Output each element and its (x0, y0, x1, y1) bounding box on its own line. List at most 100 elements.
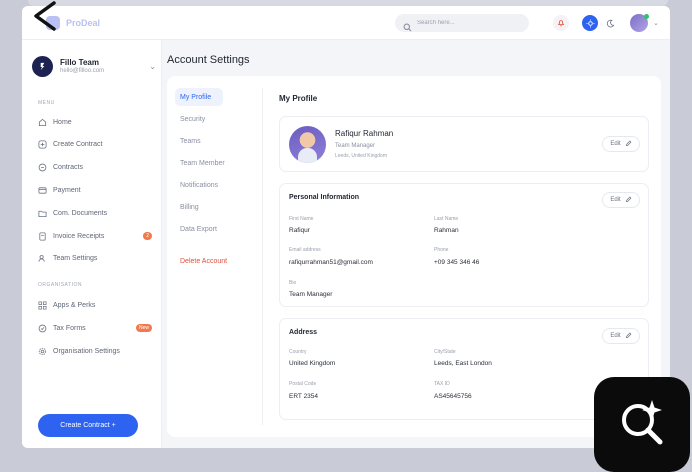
email-value: rafiqurrahman51@gmail.com (289, 259, 373, 266)
first-name-value: Rafiqur (289, 227, 310, 234)
edit-label: Edit (610, 141, 621, 147)
profile-avatar (289, 126, 326, 163)
phone-label: Phone (434, 247, 449, 253)
bio-label: Bio (289, 280, 297, 286)
search-input[interactable] (417, 20, 517, 26)
delete-account-link[interactable]: Delete Account (175, 250, 261, 272)
team-email: hello@filloo.com (60, 68, 105, 74)
pencil-icon (625, 332, 632, 341)
tab-my-profile[interactable]: My Profile (175, 88, 223, 106)
notification-bell-icon[interactable] (553, 15, 569, 31)
chevron-down-icon[interactable]: ⌄ (653, 19, 659, 27)
sidebar-item-apps-perks[interactable]: Apps & Perks (38, 298, 156, 312)
sidebar-item-label: Organisation Settings (53, 347, 120, 355)
gear-icon (38, 347, 47, 356)
home-icon (38, 118, 47, 127)
pencil-icon (625, 140, 632, 149)
top-bar: ProDeal ⌄ (22, 6, 670, 40)
phone-value: +09 345 346 46 (434, 259, 480, 266)
card-title: Personal Information (289, 194, 360, 201)
settings-panel: My Profile Security Teams Team Member No… (167, 76, 661, 437)
plus-circle-icon (38, 139, 47, 149)
edit-profile-button[interactable]: Edit (602, 136, 640, 152)
sidebar-item-com-documents[interactable]: Com. Documents (38, 206, 156, 220)
last-name-label: Last Name (434, 216, 459, 222)
team-switcher[interactable]: Fillo Team hello@filloo.com ⌄ (32, 54, 156, 78)
last-name-value: Rahman (434, 227, 459, 234)
tax-icon (38, 324, 47, 333)
tab-teams[interactable]: Teams (175, 130, 261, 152)
sidebar-item-contracts[interactable]: Contracts (38, 160, 156, 174)
sidebar-item-label: Team Settings (53, 254, 98, 262)
app-window: ProDeal ⌄ Fillo Team hello@fi (22, 6, 670, 448)
sidebar-item-label: Tax Forms (53, 324, 86, 332)
sidebar-item-label: Home (53, 118, 72, 126)
light-mode-sun-icon[interactable] (582, 15, 598, 31)
sidebar-item-label: Apps & Perks (53, 301, 96, 309)
tax-id-value: AS45645756 (434, 393, 472, 400)
team-logo-icon (32, 55, 53, 77)
profile-location: Leeds, United Kingdom (335, 153, 387, 159)
sidebar-item-label: Contracts (53, 163, 83, 171)
edit-address-button[interactable]: Edit (602, 328, 640, 344)
tab-billing[interactable]: Billing (175, 196, 261, 218)
dark-mode-moon-icon[interactable] (602, 15, 618, 31)
sidebar-item-label: Com. Documents (53, 209, 108, 217)
folder-icon (38, 209, 47, 218)
email-label: Email address (289, 247, 321, 253)
card-title: Address (289, 329, 318, 336)
contracts-icon (38, 163, 47, 172)
profile-role: Team Manager (335, 143, 376, 149)
sidebar-item-payment[interactable]: Payment (38, 183, 156, 197)
tab-team-member[interactable]: Team Member (175, 152, 261, 174)
city-label: City/State (434, 349, 456, 355)
grid-icon (38, 301, 47, 310)
tab-data-export[interactable]: Data Export (175, 218, 261, 240)
tab-security[interactable]: Security (175, 108, 261, 130)
online-status-dot (644, 14, 649, 19)
new-badge: New (135, 324, 152, 332)
postal-code-label: Postal Code (289, 381, 317, 387)
menu-section-label: MENU (38, 100, 55, 106)
profile-name: Rafiqur Rahman (335, 129, 394, 138)
sidebar-item-label: Invoice Receipts (53, 232, 105, 240)
chevron-down-icon: ⌄ (149, 61, 156, 71)
back-arrow-icon[interactable] (30, 0, 64, 34)
receipt-icon (38, 231, 47, 241)
search-bar[interactable] (395, 14, 529, 32)
subnav-divider (262, 88, 263, 425)
edit-label: Edit (610, 333, 621, 339)
edit-personal-info-button[interactable]: Edit (602, 192, 640, 208)
search-icon (403, 19, 412, 31)
sidebar: Fillo Team hello@filloo.com ⌄ MENU Home … (22, 40, 162, 448)
tax-id-label: TAX ID (434, 381, 450, 387)
pencil-icon (625, 196, 632, 205)
sidebar-item-invoice-receipts[interactable]: Invoice Receipts 2 (38, 229, 156, 243)
card-icon (38, 186, 47, 195)
first-name-label: First Name (289, 216, 314, 222)
page-title: Account Settings (167, 54, 250, 66)
profile-card: Rafiqur Rahman Team Manager Leeds, Unite… (279, 116, 649, 172)
users-icon (38, 254, 47, 263)
count-badge: 2 (143, 232, 152, 240)
team-name: Fillo Team (60, 58, 99, 67)
sidebar-item-tax-forms[interactable]: Tax Forms New (38, 321, 156, 335)
section-title: My Profile (279, 94, 318, 103)
city-value: Leeds, East London (434, 360, 492, 367)
bio-value: Team Manager (289, 291, 333, 298)
sidebar-item-team-settings[interactable]: Team Settings (38, 251, 156, 265)
edit-label: Edit (610, 197, 621, 203)
sidebar-item-home[interactable]: Home (38, 115, 156, 129)
sidebar-item-label: Payment (53, 186, 81, 194)
create-contract-button[interactable]: Create Contract + (38, 414, 138, 437)
sparkle-search-icon (616, 396, 668, 453)
postal-code-value: ERT 2354 (289, 393, 319, 400)
sidebar-item-organisation-settings[interactable]: Organisation Settings (38, 344, 156, 358)
settings-subnav: My Profile Security Teams Team Member No… (175, 88, 261, 272)
country-value: United Kingdom (289, 360, 336, 367)
ai-search-button[interactable] (594, 377, 690, 472)
sidebar-item-create-contract[interactable]: Create Contract (38, 137, 156, 151)
sidebar-item-label: Create Contract (53, 140, 103, 148)
tab-notifications[interactable]: Notifications (175, 174, 261, 196)
organisation-section-label: ORGANISATION (38, 282, 82, 288)
